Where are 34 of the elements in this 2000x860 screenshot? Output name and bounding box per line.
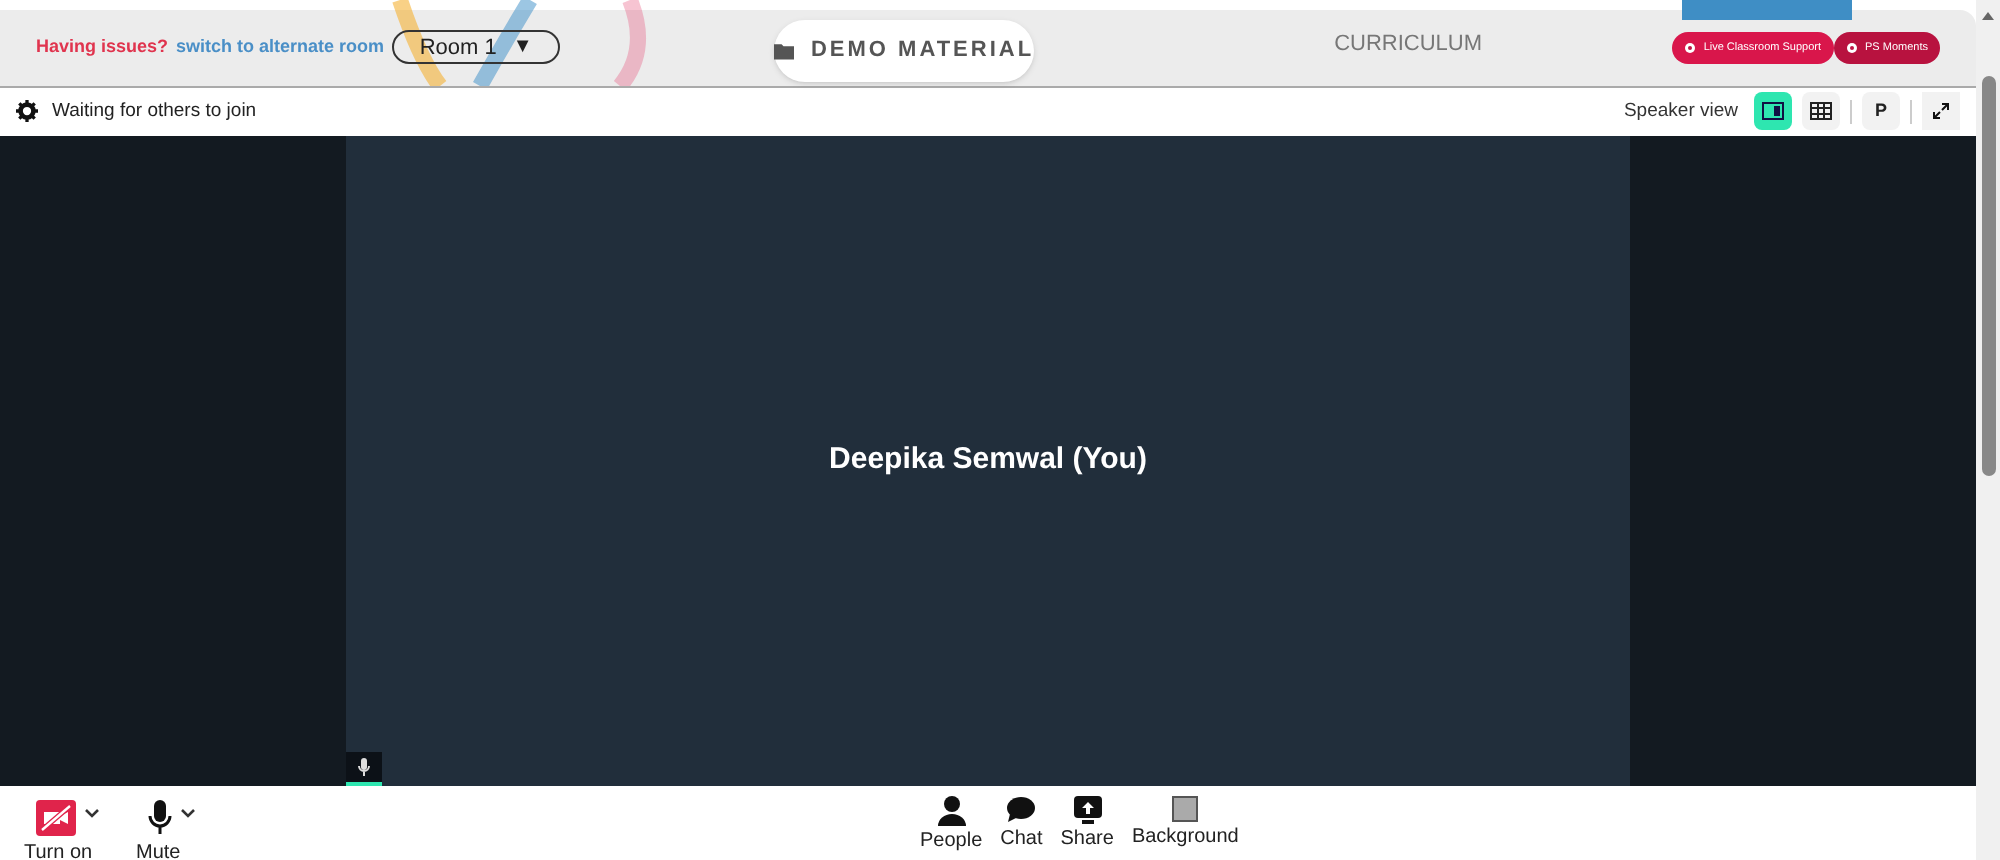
control-label[interactable]: Turn on <box>24 838 93 860</box>
status-text: Waiting for others to join <box>52 97 257 126</box>
toolbar-button[interactable]: Share <box>1060 796 1114 854</box>
speaker-view-button[interactable] <box>1754 92 1792 131</box>
view-label: Speaker view <box>1623 97 1738 126</box>
curriculum-tab[interactable]: CURRICULUM <box>1334 27 1483 61</box>
having-issues-label: Having issues? <box>36 34 169 61</box>
chevron-icon[interactable] <box>84 808 100 820</box>
toolbar-button[interactable]: People <box>920 796 983 854</box>
record-icon <box>1845 41 1858 54</box>
person-icon <box>937 796 966 826</box>
folder-icon <box>774 41 795 60</box>
presenter-button[interactable]: P <box>1862 92 1900 131</box>
demo-material-tab[interactable]: DEMO MATERIAL <box>774 19 1035 82</box>
control-label[interactable]: Mute <box>136 838 181 860</box>
grid-view-button[interactable] <box>1802 92 1840 131</box>
share-screen-icon <box>1073 796 1102 824</box>
microphone-icon <box>148 800 172 836</box>
microphone-icon <box>358 758 370 776</box>
chat-icon <box>1006 796 1037 824</box>
participant-name: Deepika Semwal (You) <box>829 440 1147 481</box>
toolbar-button[interactable]: Background <box>1131 796 1239 854</box>
grid-icon <box>1810 102 1832 121</box>
fullscreen-button[interactable] <box>1922 92 1960 131</box>
scroll-up-icon[interactable] <box>1982 12 1994 20</box>
expand-icon <box>1932 102 1950 121</box>
camera-off-icon <box>36 800 76 836</box>
speaker-layout-icon <box>1762 102 1784 121</box>
record-icon <box>1683 41 1696 54</box>
chevron-icon[interactable] <box>180 808 196 820</box>
toolbar-button[interactable]: Chat <box>1000 796 1043 854</box>
settings-icon[interactable] <box>16 100 38 123</box>
background-icon <box>1172 796 1199 822</box>
room-select[interactable]: Room 1 ▼ <box>392 30 561 65</box>
